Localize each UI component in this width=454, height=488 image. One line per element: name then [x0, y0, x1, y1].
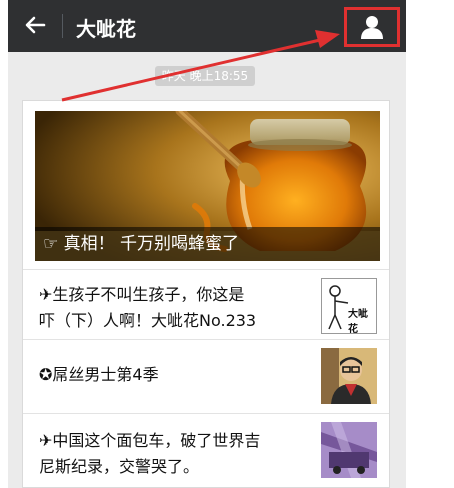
article-title: ✪屌丝男士第4季: [39, 365, 159, 384]
article-title: ✈中国这个面包车，破了世界吉 尼斯纪录，交警哭了。: [39, 431, 261, 476]
thumb-label: 大呲花: [348, 309, 368, 334]
profile-button[interactable]: [344, 7, 400, 47]
list-item[interactable]: ✈生孩子不叫生孩子，你这是 吓（下）人啊！大呲花No.233 大呲花: [23, 269, 389, 340]
title-divider: [62, 14, 63, 38]
article-thumbnail: [321, 348, 377, 404]
top-bar: 大呲花: [8, 0, 406, 52]
article-thumbnail: [321, 422, 377, 478]
phone-screen: 大呲花 昨天 晚上18:55 ☞ 真相！ 千万别喝蜂蜜了 ✈生孩子不叫生孩子，你…: [8, 0, 406, 488]
list-item[interactable]: ✈中国这个面包车，破了世界吉 尼斯纪录，交警哭了。: [23, 413, 389, 488]
timestamp-chip: 昨天 晚上18:55: [155, 66, 255, 86]
article-card: ☞ 真相！ 千万别喝蜂蜜了 ✈生孩子不叫生孩子，你这是 吓（下）人啊！大呲花No…: [22, 100, 390, 488]
cover-article[interactable]: ☞ 真相！ 千万别喝蜂蜜了: [35, 111, 380, 261]
list-item[interactable]: ✪屌丝男士第4季: [23, 339, 389, 414]
article-title: ✈生孩子不叫生孩子，你这是 吓（下）人啊！大呲花No.233: [39, 285, 257, 330]
man-portrait-image: [321, 348, 377, 404]
van-image: [321, 422, 377, 478]
person-icon: [361, 16, 383, 39]
back-arrow-icon[interactable]: [22, 12, 48, 38]
page-title: 大呲花: [76, 17, 136, 41]
article-thumbnail: 大呲花: [321, 278, 377, 334]
cover-caption: ☞ 真相！ 千万别喝蜂蜜了: [35, 227, 380, 261]
